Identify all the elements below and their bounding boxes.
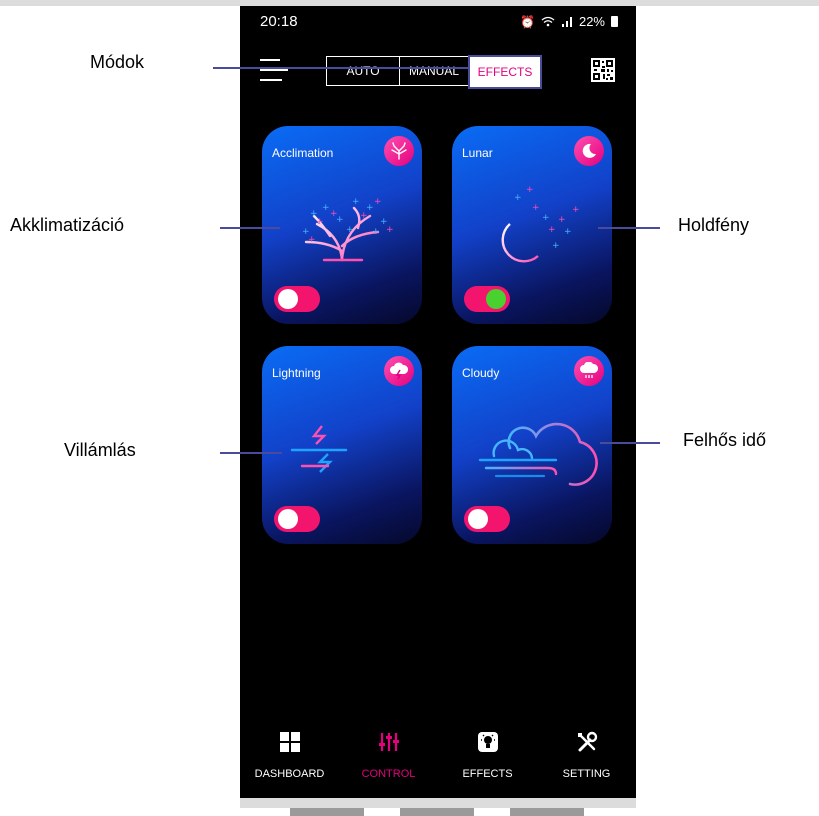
- card-title: Lightning: [272, 366, 321, 380]
- lunar-card[interactable]: Lunar + + + + + + + + +: [452, 126, 612, 324]
- cloud-illustration: [478, 422, 598, 486]
- svg-text:+: +: [532, 203, 540, 213]
- system-nav-bar: [240, 798, 636, 808]
- annotation-acclimation: Akklimatizáció: [10, 215, 125, 235]
- svg-text:+: +: [330, 209, 338, 219]
- svg-text:+: +: [572, 205, 580, 215]
- alarm-icon: ⏰: [520, 14, 535, 29]
- mode-manual-button[interactable]: MANUAL: [399, 56, 468, 86]
- annotation-modes: Módok: [90, 52, 145, 72]
- status-right: ⏰ 22%: [520, 14, 618, 29]
- qr-code-icon[interactable]: [590, 57, 616, 83]
- signal-icon: [561, 17, 572, 27]
- card-title: Lunar: [462, 146, 493, 160]
- system-button-back[interactable]: [510, 808, 584, 816]
- acclimation-card[interactable]: Acclimation + + + + + + + + + + + + + + +: [262, 126, 422, 324]
- grid-icon: [240, 728, 339, 756]
- nav-label: DASHBOARD: [254, 768, 325, 780]
- tree-illustration: +++ +++ + + + ++ + +++: [302, 197, 394, 262]
- rain-cloud-icon: [574, 356, 604, 386]
- nav-setting[interactable]: SETTING: [537, 728, 636, 780]
- hamburger-icon[interactable]: [260, 56, 288, 86]
- svg-text:+: +: [564, 227, 572, 237]
- svg-text:+: +: [308, 235, 316, 245]
- status-time: 20:18: [260, 13, 298, 30]
- cloudy-toggle[interactable]: [464, 506, 510, 532]
- nav-label: SETTING: [562, 768, 611, 780]
- card-title: Cloudy: [462, 366, 500, 380]
- svg-text:+: +: [374, 197, 382, 207]
- svg-text:+: +: [322, 203, 330, 213]
- svg-text:+: +: [542, 213, 550, 223]
- svg-text:+: +: [514, 193, 522, 203]
- mode-switch: AUTO MANUAL EFFECTS: [326, 55, 542, 89]
- bottom-nav: DASHBOARD CONTROL EFFECTS SETTING: [240, 728, 636, 798]
- annotation-line-acclimation: [220, 227, 280, 229]
- system-button-home[interactable]: [400, 808, 474, 816]
- nav-dashboard[interactable]: DASHBOARD: [240, 728, 339, 780]
- moon-icon: [574, 136, 604, 166]
- svg-text:+: +: [352, 197, 360, 207]
- annotation-lightning: Villámlás: [64, 440, 136, 460]
- nav-label: CONTROL: [361, 768, 416, 780]
- annotation-line-cloudy: [600, 442, 660, 444]
- battery-icon: [611, 16, 618, 27]
- moon-illustration: ++++ +++++: [501, 185, 580, 263]
- svg-text:+: +: [360, 211, 368, 221]
- annotation-line-lunar: [598, 227, 660, 229]
- tools-icon: [537, 728, 636, 756]
- annotation-line-lightning: [220, 452, 282, 454]
- status-bar: 20:18 ⏰ 22%: [240, 6, 636, 38]
- lightning-illustration: [290, 425, 394, 473]
- nav-effects[interactable]: EFFECTS: [438, 728, 537, 780]
- cloudy-card[interactable]: Cloudy: [452, 346, 612, 544]
- svg-text:+: +: [552, 241, 560, 251]
- storm-cloud-icon: [384, 356, 414, 386]
- lightning-card[interactable]: Lightning: [262, 346, 422, 544]
- acclimation-toggle[interactable]: [274, 286, 320, 312]
- phone-screen: 20:18 ⏰ 22% AUTO MANUAL EFFECTS Acclimat…: [240, 6, 636, 808]
- lightbulb-icon: [438, 728, 537, 756]
- card-title: Acclimation: [272, 146, 334, 160]
- lightning-toggle[interactable]: [274, 506, 320, 532]
- svg-text:+: +: [558, 215, 566, 225]
- mode-effects-button[interactable]: EFFECTS: [468, 55, 542, 89]
- svg-text:+: +: [386, 225, 394, 235]
- mode-auto-button[interactable]: AUTO: [326, 56, 399, 86]
- svg-text:+: +: [548, 225, 556, 235]
- battery-percent: 22%: [578, 14, 605, 29]
- nav-control[interactable]: CONTROL: [339, 728, 438, 780]
- svg-text:+: +: [316, 217, 324, 227]
- sliders-icon: [339, 728, 438, 756]
- svg-text:+: +: [372, 227, 380, 237]
- annotation-line-modes: [213, 67, 469, 69]
- annotation-lunar: Holdfény: [678, 215, 750, 235]
- annotation-cloudy: Felhős idő: [683, 430, 767, 450]
- svg-text:+: +: [346, 225, 354, 235]
- system-button-recent[interactable]: [290, 808, 364, 816]
- tree-icon: [384, 136, 414, 166]
- wifi-icon: [541, 16, 555, 27]
- nav-label: EFFECTS: [462, 768, 513, 780]
- svg-text:+: +: [526, 185, 534, 195]
- lunar-toggle[interactable]: [464, 286, 510, 312]
